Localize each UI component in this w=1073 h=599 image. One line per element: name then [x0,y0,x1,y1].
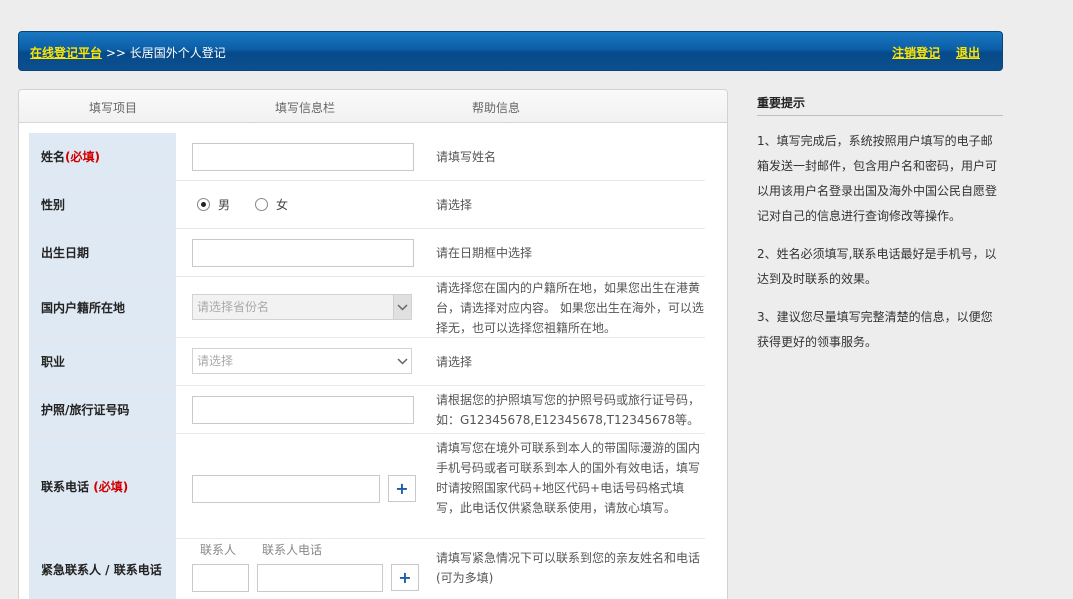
plus-icon: + [395,479,409,498]
form-row-gender: 性别 男 女 请选择 [29,181,705,229]
gender-female-label: 女 [276,198,289,212]
top-navigation-bar: 在线登记平台 >> 长居国外个人登记 注销登记 退出 [18,31,1003,71]
exit-link[interactable]: 退出 [956,46,980,60]
name-input[interactable] [192,143,414,171]
occupation-select-placeholder: 请选择 [197,354,234,368]
form-row-phone: 联系电话 (必填) + 请填写您在境外可联系到本人的带国际漫游的国内手机号码或者… [29,434,705,539]
breadcrumb-current: 长居国外个人登记 [129,46,226,60]
tip-item: 1、填写完成后，系统按照用户填写的电子邮箱发送一封邮件，包含用户名和密码，用户可… [757,134,998,223]
tip-item: 3、建议您尽量填写完整清楚的信息，以便您获得更好的领事服务。 [757,310,993,349]
emergency-help: 请填写紧急情况下可以联系到您的亲友姓名和电话(可为多填) [436,551,701,585]
logout-register-link[interactable]: 注销登记 [892,46,940,60]
plus-icon: + [398,568,412,587]
form-row-domicile: 国内户籍所在地 请选择省份名 请选择您在国内的户籍所在地，如果您出生在港黄台，请… [29,277,705,338]
form-row-emergency: 紧急联系人 / 联系电话 联系人 联系人电话 + 请填写紧急情况下可以联系到您的… [29,539,705,599]
name-label: 姓名 (必填) [29,133,176,180]
gender-female-radio[interactable]: 女 [255,196,288,213]
chevron-down-icon [393,349,411,373]
emergency-phone-input[interactable] [257,564,383,592]
add-phone-button[interactable]: + [388,475,416,502]
emergency-contact-input[interactable] [192,564,249,592]
header-actions: 注销登记 退出 [880,44,980,61]
emergency-contact-sublabel: 联系人 [200,543,237,557]
emergency-phone-sublabel: 联系人电话 [262,543,323,557]
phone-input[interactable] [192,475,380,503]
form-row-passport: 护照/旅行证号码 请根据您的护照填写您的护照号码或旅行证号码，如：G123456… [29,386,705,434]
passport-help: 请根据您的护照填写您的护照号码或旅行证号码，如：G12345678,E12345… [436,393,701,427]
birth-help: 请在日期框中选择 [436,246,533,260]
gender-label: 性别 [29,181,176,228]
name-label-text: 姓名 [41,150,66,164]
occupation-label: 职业 [29,338,176,385]
passport-input[interactable] [192,396,414,424]
platform-home-link[interactable]: 在线登记平台 [30,46,102,60]
form-row-birth: 出生日期 请在日期框中选择 [29,229,705,277]
gender-male-radio[interactable]: 男 [197,196,230,213]
phone-label-text: 联系电话 [41,479,90,494]
chevron-down-icon [393,295,411,319]
domicile-label: 国内户籍所在地 [29,277,176,337]
column-header-help: 帮助信息 [472,101,521,115]
passport-label: 护照/旅行证号码 [29,386,176,433]
column-header-item: 填写项目 [89,101,138,115]
name-help: 请填写姓名 [436,150,497,164]
occupation-select[interactable]: 请选择 [192,348,412,374]
breadcrumb: 在线登记平台 >> 长居国外个人登记 [30,44,226,61]
birth-label: 出生日期 [29,229,176,276]
name-required-mark: (必填) [65,150,100,164]
birth-date-input[interactable] [192,239,414,267]
form-row-occupation: 职业 请选择 请选择 [29,338,705,386]
tip-item: 2、姓名必须填写,联系电话最好是手机号，以达到及时联系的效果。 [757,247,997,286]
phone-required-mark: (必填) [93,479,129,494]
registration-form-panel: 填写项目 填写信息栏 帮助信息 姓名 (必填) 请填写姓名 性别 男 女 请选择 … [18,89,728,599]
radio-unchecked-icon [255,198,268,211]
phone-help: 请填写您在境外可联系到本人的带国际漫游的国内手机号码或者可联系到本人的国外有效电… [436,441,701,515]
domicile-help: 请选择您在国内的户籍所在地，如果您出生在港黄台，请选择对应内容。 如果您出生在海… [436,281,704,335]
occupation-help: 请选择 [436,355,473,369]
form-row-name: 姓名 (必填) 请填写姓名 [29,133,705,181]
gender-help: 请选择 [436,198,473,212]
column-header-info: 填写信息栏 [275,101,336,115]
important-tips: 重要提示 1、填写完成后，系统按照用户填写的电子邮箱发送一封邮件，包含用户名和密… [757,94,1003,355]
emergency-label: 紧急联系人 / 联系电话 [29,539,176,599]
tips-title: 重要提示 [757,94,1003,116]
form-column-header: 填写项目 填写信息栏 帮助信息 [19,90,727,123]
breadcrumb-separator: >> [105,46,126,60]
radio-checked-icon [197,198,210,211]
province-select-placeholder: 请选择省份名 [197,300,270,314]
province-select[interactable]: 请选择省份名 [192,294,412,320]
gender-male-label: 男 [218,198,231,212]
phone-label: 联系电话 (必填) [29,434,176,538]
add-emergency-contact-button[interactable]: + [391,564,419,591]
